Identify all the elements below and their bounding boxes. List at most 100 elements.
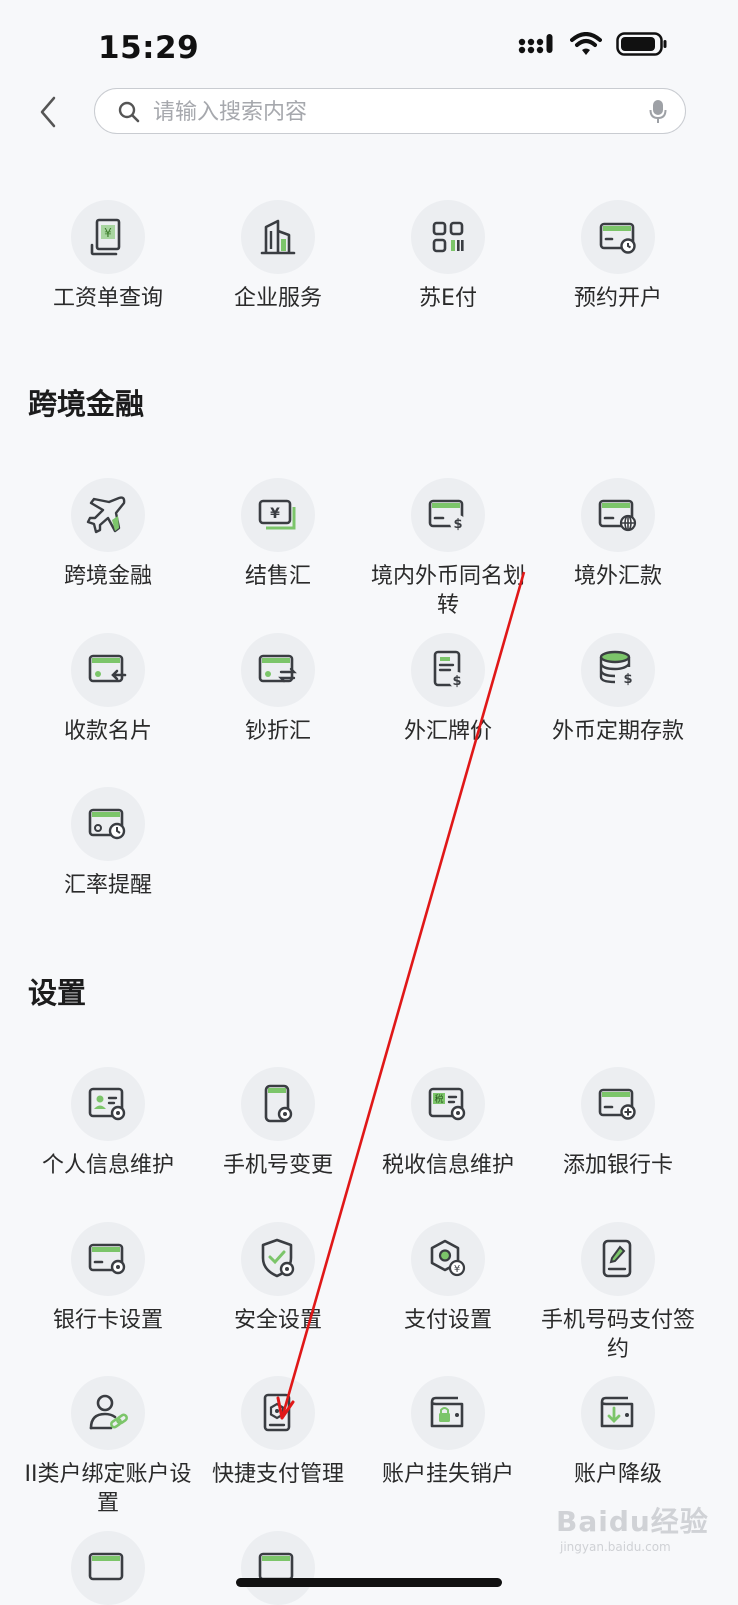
item-label: 安全设置	[233, 1308, 322, 1333]
item-label: 结售汇	[244, 564, 311, 589]
section-title-cross-border: 跨境金融	[28, 387, 145, 421]
item-label: 税收信息维护	[381, 1153, 514, 1178]
svg-text:¥: ¥	[270, 506, 280, 522]
item-fx-rates[interactable]: $ 外汇牌价	[361, 633, 535, 746]
item-cross-border-finance[interactable]: 跨境金融	[21, 478, 195, 591]
item-personal-info[interactable]: 个人信息维护	[21, 1067, 195, 1180]
item-label: 添加银行卡	[562, 1153, 673, 1178]
quick-item-appointment[interactable]: 预约开户	[531, 200, 705, 313]
phone-gear-icon	[264, 1084, 293, 1123]
status-icons	[518, 32, 668, 56]
shield-gear-icon	[261, 1238, 295, 1278]
baidu-watermark: Baidu经验	[556, 1505, 709, 1538]
svg-text:¥: ¥	[454, 1264, 460, 1275]
wallet-down-icon	[600, 1396, 634, 1428]
back-button[interactable]	[30, 92, 70, 132]
item-foreign-fixed-deposit[interactable]: $ 外币定期存款	[531, 633, 705, 746]
item-class2-binding[interactable]: II类户绑定账户设置	[21, 1376, 195, 1518]
svg-text:$: $	[452, 674, 461, 689]
item-label: 快捷支付管理	[211, 1462, 344, 1487]
section-title-settings: 设置	[28, 976, 87, 1010]
card-globe-icon	[598, 499, 637, 532]
item-phone-change[interactable]: 手机号变更	[191, 1067, 365, 1180]
item-label: 境内外币同名划转	[370, 564, 525, 618]
item-tax-info[interactable]: 税 税收信息维护	[361, 1067, 535, 1180]
baidu-watermark-url: jingyan.baidu.com	[560, 1540, 671, 1554]
item-payment-settings[interactable]: ¥ 支付设置	[361, 1222, 535, 1335]
item-label: 手机号变更	[222, 1153, 333, 1178]
search-bar[interactable]	[94, 88, 686, 134]
item-phone-pay-contract[interactable]: 手机号码支付签约	[531, 1222, 705, 1364]
item-label: 钞折汇	[244, 719, 311, 744]
card-icon	[88, 1552, 124, 1581]
hexagon-pay-icon: ¥	[430, 1239, 466, 1277]
svg-text:¥: ¥	[104, 226, 112, 240]
wifi-icon	[570, 32, 602, 55]
quick-item-label: 工资单查询	[52, 286, 163, 311]
svg-text:税: 税	[434, 1093, 443, 1105]
item-label: 个人信息维护	[41, 1153, 174, 1178]
item-same-name-transfer[interactable]: $ 境内外币同名划转	[361, 478, 535, 620]
item-overseas-remittance[interactable]: 境外汇款	[531, 478, 705, 591]
quick-item-payslip[interactable]: ¥ 工资单查询	[21, 200, 195, 313]
item-bank-card-settings[interactable]: 银行卡设置	[21, 1222, 195, 1335]
quick-item-label: 企业服务	[233, 286, 322, 311]
id-card-gear-icon	[88, 1087, 126, 1121]
svg-text:$: $	[623, 672, 632, 687]
home-indicator[interactable]	[236, 1578, 502, 1587]
item-label: 跨境金融	[63, 564, 152, 589]
tablet-pen-icon	[602, 1239, 632, 1278]
tax-card-gear-icon: 税	[428, 1087, 466, 1121]
search-input[interactable]	[151, 95, 625, 129]
appointment-card-icon	[599, 222, 636, 254]
doc-dollar-icon: $	[433, 650, 465, 689]
battery-icon	[616, 32, 667, 56]
item-payment-card[interactable]: 收款名片	[21, 633, 195, 746]
item-label: II类户绑定账户设置	[24, 1462, 192, 1516]
payslip-icon: ¥	[90, 218, 121, 256]
item-label: 外汇牌价	[403, 719, 492, 744]
phone-safe-icon	[263, 1393, 291, 1432]
search-icon	[118, 101, 140, 123]
user-link-icon	[89, 1394, 128, 1430]
item-label: 支付设置	[403, 1308, 492, 1333]
chevron-left-icon	[40, 96, 56, 128]
item-report-loss-close[interactable]: 账户挂失销户	[361, 1376, 535, 1489]
item-label: 外币定期存款	[551, 719, 684, 744]
status-bar: 15:29	[0, 0, 738, 80]
card-clock-icon	[88, 808, 126, 840]
signal-icon	[518, 34, 553, 54]
item-quick-pay-management[interactable]: 快捷支付管理	[191, 1376, 365, 1489]
svg-text:$: $	[453, 517, 462, 532]
item-label: 手机号码支付签约	[540, 1308, 695, 1362]
status-time: 15:29	[98, 30, 200, 66]
item-label: 账户降级	[573, 1462, 662, 1487]
quick-item-label: 苏E付	[419, 286, 477, 311]
item-rate-alert[interactable]: 汇率提醒	[21, 787, 195, 900]
quick-item-sue-pay[interactable]: 苏E付	[361, 200, 535, 313]
item-label: 账户挂失销户	[381, 1462, 514, 1487]
card-add-icon	[598, 1088, 636, 1120]
quick-item-label: 预约开户	[573, 286, 662, 311]
item-fx-settlement[interactable]: ¥ 结售汇	[191, 478, 365, 591]
item-account-downgrade[interactable]: 账户降级	[531, 1376, 705, 1489]
yuan-bills-icon: ¥	[258, 499, 296, 530]
qr-code-icon	[432, 221, 464, 253]
item-label: 银行卡设置	[52, 1308, 163, 1333]
item-partial-1[interactable]	[21, 1531, 195, 1605]
item-label: 汇率提醒	[63, 873, 152, 898]
coin-stack-icon: $	[599, 650, 636, 687]
item-add-bank-card[interactable]: 添加银行卡	[531, 1067, 705, 1180]
item-label: 境外汇款	[573, 564, 662, 589]
item-partial-2[interactable]	[191, 1531, 365, 1605]
wallet-lock-icon	[430, 1396, 464, 1428]
item-cash-exchange[interactable]: 钞折汇	[191, 633, 365, 746]
building-icon	[260, 219, 296, 255]
airplane-icon	[86, 496, 126, 534]
quick-item-enterprise[interactable]: 企业服务	[191, 200, 365, 313]
card-gear-icon	[88, 1243, 126, 1275]
card-receive-icon	[88, 654, 127, 683]
microphone-icon[interactable]	[649, 99, 667, 125]
item-security-settings[interactable]: 安全设置	[191, 1222, 365, 1335]
card-dollar-icon: $	[428, 499, 466, 532]
